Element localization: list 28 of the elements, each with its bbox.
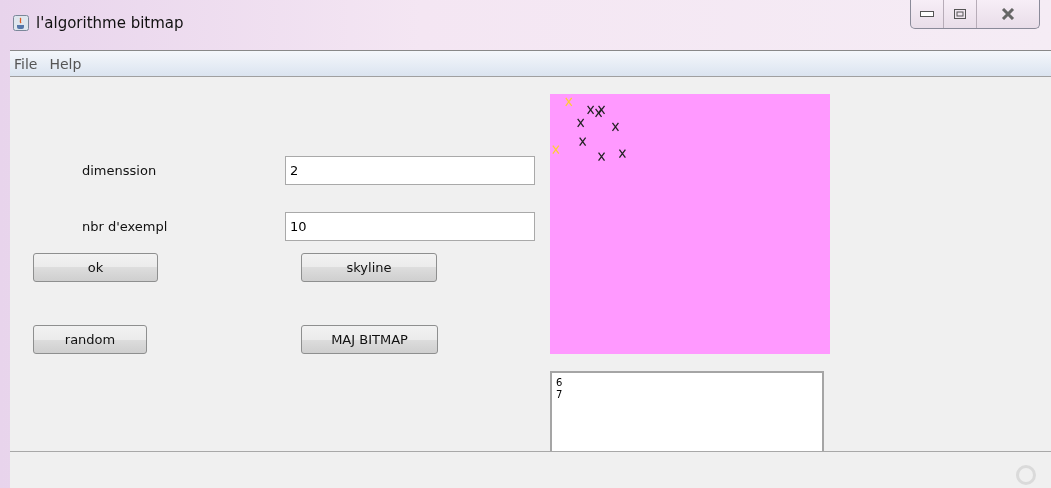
cross-mark [618, 149, 627, 159]
output-line: 7 [556, 389, 563, 402]
skyline-button[interactable]: skyline [301, 253, 437, 282]
cross-mark [552, 145, 560, 155]
output-line: 6 [556, 377, 563, 390]
field-label: dimenssion [81, 163, 158, 178]
cross-mark [586, 105, 595, 115]
menu-item[interactable]: Help [47, 55, 84, 72]
cross-mark [579, 137, 587, 147]
output-text-area[interactable]: 6 7 [550, 371, 824, 451]
cross-mark [565, 97, 573, 107]
close-icon [1001, 8, 1015, 20]
cross-mark [594, 108, 603, 118]
maximize-icon [954, 9, 966, 19]
cross-mark [597, 105, 606, 115]
input-field[interactable]: 2 [285, 156, 535, 185]
cross-mark [611, 122, 620, 132]
coffee-cup-icon [13, 14, 29, 31]
random-button[interactable]: random [33, 325, 147, 354]
cross-mark [597, 152, 606, 162]
ok-button[interactable]: ok [33, 253, 158, 282]
window-title: l'algorithme bitmap [36, 13, 184, 32]
menu-item[interactable]: File [12, 55, 40, 72]
field-label: nbr d'exempl [81, 219, 169, 234]
minimize-icon [920, 11, 934, 17]
update-bitmap-button[interactable]: MAJ BITMAP [301, 325, 438, 354]
input-field[interactable]: 10 [285, 212, 535, 241]
cross-mark [577, 118, 585, 128]
